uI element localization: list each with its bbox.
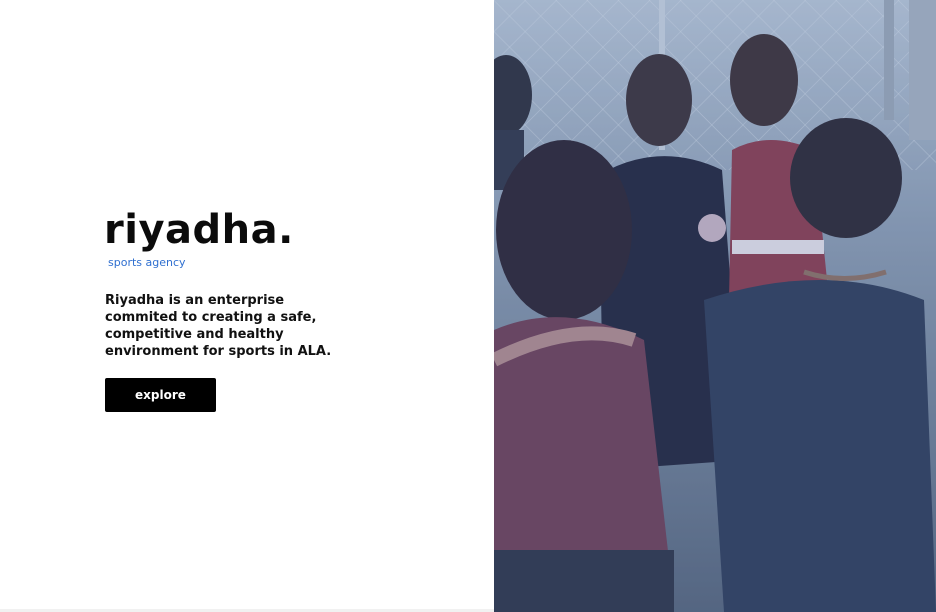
- hero-description: Riyadha is an enterprise commited to cre…: [105, 293, 332, 359]
- brand-title: riyadha.: [104, 207, 294, 253]
- intro-panel: riyadha. sports agency Riyadha is an ent…: [0, 0, 494, 612]
- hero-photo-illustration: [494, 0, 936, 612]
- hero-photo: [494, 0, 936, 612]
- explore-button[interactable]: explore: [105, 378, 216, 412]
- brand-subtitle: sports agency: [108, 256, 186, 269]
